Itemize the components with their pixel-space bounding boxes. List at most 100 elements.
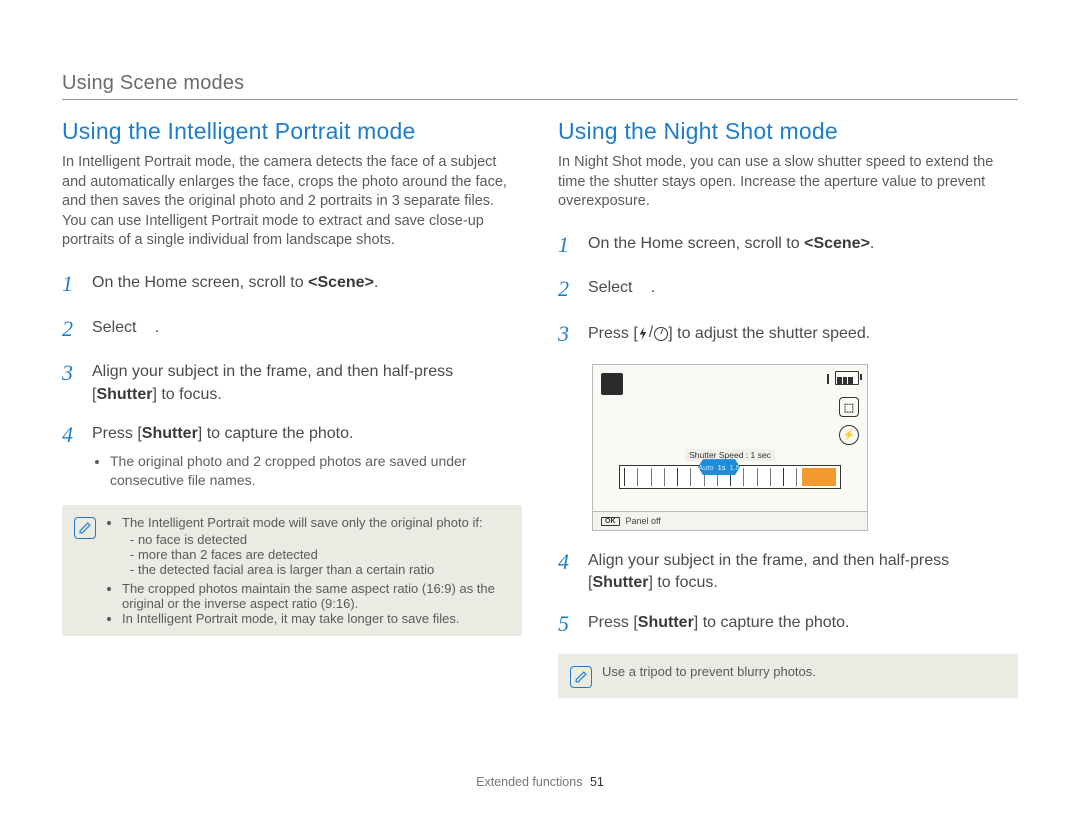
step-text-post: ] to capture the photo.	[198, 425, 354, 442]
step-text-post: ] to capture the photo.	[694, 614, 850, 631]
timer-icon	[654, 327, 668, 341]
mode-indicator-icon	[601, 373, 623, 395]
shutter-label: Shutter	[142, 425, 198, 442]
step-text-pre: Select	[92, 319, 141, 336]
right-steps-continued: 4 Align your subject in the frame, and t…	[558, 547, 1018, 640]
note-callout: Use a tripod to prevent blurry photos.	[558, 654, 1018, 698]
page-number: 51	[590, 775, 604, 789]
scene-label: <Scene>	[308, 274, 374, 291]
flash-status-icon: ⚡	[839, 425, 859, 445]
step-text-pre: Select	[588, 279, 637, 296]
step-text: On the Home screen, scroll to <Scene>.	[588, 230, 1018, 261]
lcd-main-area: ⬚ ⚡ Shutter Speed : 1 sec Auto 1s 1.5	[593, 365, 867, 511]
step-text-pre: Press [	[92, 425, 142, 442]
step-text-pre: On the Home screen, scroll to	[92, 274, 308, 291]
scale-highlight-band	[802, 468, 836, 486]
shutter-label: Shutter	[96, 386, 152, 403]
section-header: Using Scene modes	[62, 72, 1018, 95]
step-text: Align your subject in the frame, and the…	[92, 358, 522, 406]
note-icon	[570, 666, 592, 688]
note-bullet-text: The Intelligent Portrait mode will save …	[122, 515, 483, 530]
step-text-post: .	[870, 235, 874, 252]
lcd-top-right-icons	[827, 371, 859, 385]
step-3: 3 Press [ / ] to adjust the shutter spee…	[558, 319, 1018, 350]
battery-icon	[835, 371, 859, 385]
left-intro-paragraph: In Intelligent Portrait mode, the camera…	[62, 153, 522, 251]
scene-label: <Scene>	[804, 235, 870, 252]
note-sub-bullet: the detected facial area is larger than …	[130, 562, 508, 577]
two-column-layout: Using the Intelligent Portrait mode In I…	[62, 118, 1018, 698]
left-column: Using the Intelligent Portrait mode In I…	[62, 118, 522, 698]
step-text-pre: Press [	[588, 614, 638, 631]
shutter-label: Shutter	[638, 614, 694, 631]
right-steps: 1 On the Home screen, scroll to <Scene>.…	[558, 230, 1018, 350]
step-text: On the Home screen, scroll to <Scene>.	[92, 269, 522, 300]
shutter-label: Shutter	[592, 574, 648, 591]
note-body: Use a tripod to prevent blurry photos.	[602, 664, 816, 688]
step-4: 4 Align your subject in the frame, and t…	[558, 547, 1018, 595]
step-text: Press [Shutter] to capture the photo. Th…	[92, 420, 522, 491]
step-1: 1 On the Home screen, scroll to <Scene>.	[62, 269, 522, 300]
step-number: 2	[62, 314, 80, 345]
note-bullet: The Intelligent Portrait mode will save …	[122, 515, 508, 577]
flash-timer-icons: /	[638, 322, 668, 344]
note-bullet: In Intelligent Portrait mode, it may tak…	[122, 611, 508, 626]
header-rule	[62, 99, 1018, 100]
slash-icon: /	[649, 322, 653, 344]
step-3: 3 Align your subject in the frame, and t…	[62, 358, 522, 406]
night-mode-icon	[637, 280, 651, 294]
portrait-mode-icon	[141, 320, 155, 334]
step-text: Press [ / ] to adjust the shutter speed.	[588, 319, 1018, 350]
step-1: 1 On the Home screen, scroll to <Scene>.	[558, 230, 1018, 261]
step-5: 5 Press [Shutter] to capture the photo.	[558, 609, 1018, 640]
step-text-post: ] to focus.	[648, 574, 717, 591]
camera-lcd-preview: ⬚ ⚡ Shutter Speed : 1 sec Auto 1s 1.5	[592, 364, 868, 531]
step-number: 3	[558, 319, 576, 350]
note-body: The Intelligent Portrait mode will save …	[106, 515, 508, 626]
flash-icon	[638, 327, 648, 340]
step-number: 3	[62, 358, 80, 406]
step-text-post: .	[374, 274, 378, 291]
step-text-post: .	[651, 279, 655, 296]
footer-section-label: Extended functions	[476, 775, 582, 789]
step-number: 2	[558, 274, 576, 305]
manual-page: Using Scene modes Using the Intelligent …	[0, 0, 1080, 815]
pointer-label-value: 1s	[718, 463, 726, 472]
step-2: 2 Select .	[558, 274, 1018, 305]
pointer-label-auto: Auto	[698, 463, 713, 472]
step-text: Press [Shutter] to capture the photo.	[588, 609, 1018, 640]
step-number: 4	[558, 547, 576, 595]
step-number: 4	[62, 420, 80, 491]
step-text-post: .	[155, 319, 159, 336]
page-footer: Extended functions 51	[0, 775, 1080, 789]
step-text-pre: On the Home screen, scroll to	[588, 235, 804, 252]
note-icon	[74, 517, 96, 539]
step-text-pre: Press [	[588, 325, 638, 342]
scale-pointer: Auto 1s 1.5	[698, 459, 740, 475]
note-sub-bullet: no face is detected	[130, 532, 508, 547]
step-number: 5	[558, 609, 576, 640]
lcd-footer-text: Panel off	[626, 516, 661, 526]
lcd-footer-bar: OK Panel off	[593, 511, 867, 530]
note-bullet: The cropped photos maintain the same asp…	[122, 581, 508, 611]
step-text: Select .	[588, 274, 1018, 305]
lcd-right-edge-icons: ⬚ ⚡	[839, 397, 859, 445]
step-text-post: ] to focus.	[152, 386, 221, 403]
step-2: 2 Select .	[62, 314, 522, 345]
substep: The original photo and 2 cropped photos …	[110, 452, 522, 491]
ok-icon: OK	[601, 517, 620, 526]
signal-icon	[827, 374, 829, 384]
note-sub-bullet: more than 2 faces are detected	[130, 547, 508, 562]
step-text-post: ] to adjust the shutter speed.	[668, 325, 870, 342]
left-heading: Using the Intelligent Portrait mode	[62, 118, 522, 145]
step-4: 4 Press [Shutter] to capture the photo. …	[62, 420, 522, 491]
step-number: 1	[62, 269, 80, 300]
right-heading: Using the Night Shot mode	[558, 118, 1018, 145]
step-text: Select .	[92, 314, 522, 345]
right-column: Using the Night Shot mode In Night Shot …	[558, 118, 1018, 698]
right-intro-paragraph: In Night Shot mode, you can use a slow s…	[558, 153, 1018, 212]
step-text: Align your subject in the frame, and the…	[588, 547, 1018, 595]
resolution-icon: ⬚	[839, 397, 859, 417]
left-steps: 1 On the Home screen, scroll to <Scene>.…	[62, 269, 522, 491]
note-callout: The Intelligent Portrait mode will save …	[62, 505, 522, 636]
